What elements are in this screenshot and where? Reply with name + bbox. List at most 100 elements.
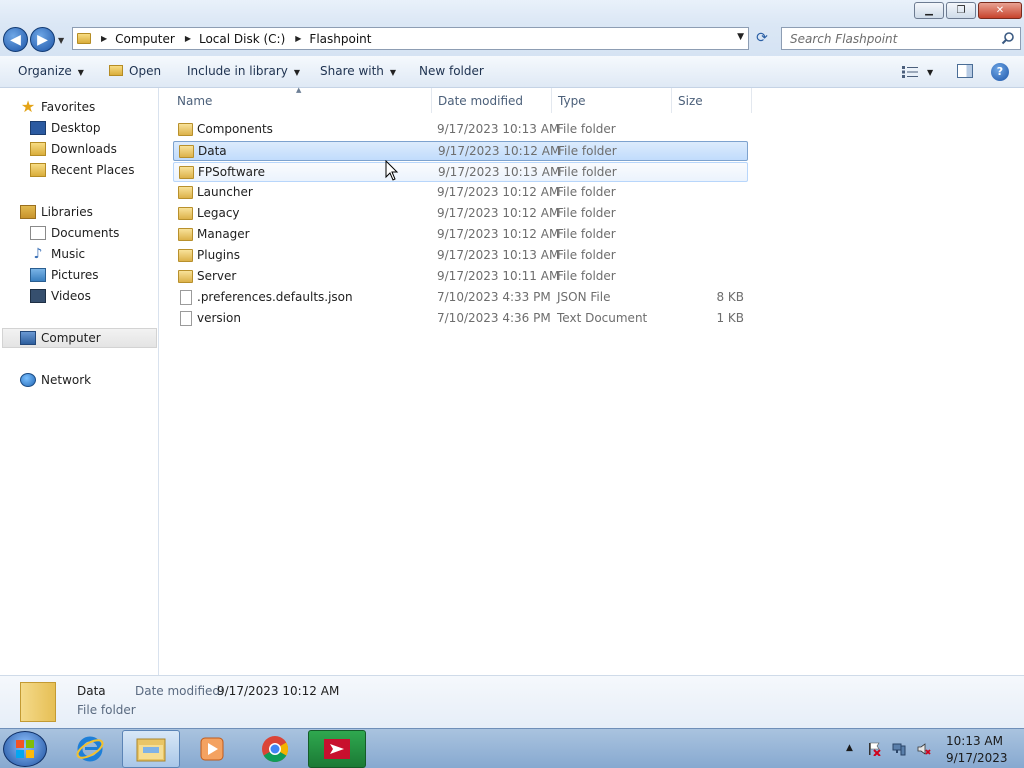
file-type: File folder <box>557 185 616 199</box>
nav-videos[interactable]: Videos <box>30 286 91 306</box>
file-row[interactable]: Manager 9/17/2023 10:12 AM File folder <box>173 225 748 245</box>
file-row[interactable]: Plugins 9/17/2023 10:13 AM File folder <box>173 246 748 266</box>
details-name: Data <box>77 684 106 698</box>
clock-time[interactable]: 10:13 AM <box>946 734 1003 748</box>
start-button[interactable] <box>3 731 47 767</box>
breadcrumb-local-disk[interactable]: Local Disk (C:) <box>199 32 285 46</box>
pictures-icon <box>30 268 46 282</box>
file-name: version <box>197 311 241 325</box>
column-label: Date modified <box>438 93 524 108</box>
nav-desktop[interactable]: Desktop <box>30 118 101 138</box>
column-header-date-modified[interactable]: Date modified <box>432 88 552 113</box>
file-row[interactable]: .preferences.defaults.json 7/10/2023 4:3… <box>173 288 748 308</box>
nav-documents[interactable]: Documents <box>30 223 119 243</box>
nav-music[interactable]: ♪ Music <box>30 244 86 264</box>
mouse-cursor-icon <box>385 160 399 181</box>
recent-pages-dropdown[interactable]: ▼ <box>58 36 64 45</box>
help-icon[interactable]: ? <box>991 63 1009 81</box>
file-row-hovered[interactable]: FPSoftware 9/17/2023 10:13 AM File folde… <box>173 162 748 182</box>
maximize-button[interactable]: ❐ <box>946 2 976 19</box>
new-folder-button[interactable]: New folder <box>419 64 484 78</box>
taskbar-internet-explorer[interactable] <box>61 730 119 768</box>
address-dropdown-icon[interactable]: ▼ <box>737 32 744 42</box>
minimize-button[interactable]: ▁ <box>914 2 944 19</box>
back-button[interactable]: ◀ <box>3 27 28 52</box>
volume-muted-icon[interactable] <box>917 742 931 756</box>
breadcrumb-flashpoint[interactable]: Flashpoint <box>309 32 371 46</box>
navigation-pane: ★ Favorites Desktop Downloads Recent Plac… <box>0 88 159 675</box>
preview-pane-icon[interactable] <box>957 64 973 78</box>
column-label: Name <box>177 93 213 108</box>
folder-icon <box>178 186 193 199</box>
chevron-right-icon[interactable]: ▶ <box>295 34 301 43</box>
nav-favorites[interactable]: ★ Favorites <box>20 97 95 117</box>
organize-button[interactable]: Organize ▼ <box>18 64 84 78</box>
file-row[interactable]: Legacy 9/17/2023 10:12 AM File folder <box>173 204 748 224</box>
taskbar-flashpoint[interactable] <box>308 730 366 768</box>
file-type: File folder <box>558 144 617 158</box>
search-placeholder: Search Flashpoint <box>790 31 898 46</box>
file-type: File folder <box>557 122 616 136</box>
breadcrumb-computer[interactable]: Computer <box>115 32 175 46</box>
view-options-dropdown[interactable]: ▼ <box>927 68 933 77</box>
address-bar[interactable]: ▶ Computer ▶ Local Disk (C:) ▶ Flashpoin… <box>72 27 749 50</box>
column-header-name[interactable]: Name <box>171 88 432 113</box>
chevron-right-icon[interactable]: ▶ <box>101 34 107 43</box>
action-center-flag-icon[interactable] <box>867 742 881 756</box>
include-in-library-button[interactable]: Include in library ▼ <box>187 64 300 78</box>
documents-icon <box>30 226 46 240</box>
folder-icon <box>178 207 193 220</box>
search-input[interactable]: Search Flashpoint <box>781 27 1021 50</box>
taskbar: ▲ 10:13 AM 9/17/2023 <box>0 728 1024 768</box>
taskbar-windows-explorer[interactable] <box>122 730 180 768</box>
chevron-right-icon[interactable]: ▶ <box>185 34 191 43</box>
file-name: Launcher <box>197 185 253 199</box>
open-button[interactable]: Open <box>109 64 161 78</box>
taskbar-google-chrome[interactable] <box>246 730 304 768</box>
music-icon: ♪ <box>33 246 43 262</box>
network-status-icon[interactable] <box>892 742 906 756</box>
file-date: 9/17/2023 10:11 AM <box>437 269 560 283</box>
windows-logo-icon <box>16 740 34 758</box>
share-with-button[interactable]: Share with ▼ <box>320 64 396 78</box>
file-row[interactable]: Server 9/17/2023 10:11 AM File folder <box>173 267 748 287</box>
forward-button[interactable]: ▶ <box>30 27 55 52</box>
nav-downloads[interactable]: Downloads <box>30 139 117 159</box>
videos-icon <box>30 289 46 303</box>
folder-icon <box>178 270 193 283</box>
column-label: Type <box>558 93 586 108</box>
folder-icon <box>77 33 91 44</box>
close-button[interactable]: ✕ <box>978 2 1022 19</box>
chevron-down-icon: ▼ <box>77 68 84 77</box>
file-name: .preferences.defaults.json <box>197 290 353 304</box>
file-type: File folder <box>557 269 616 283</box>
file-date: 9/17/2023 10:12 AM <box>437 185 560 199</box>
nav-label: Recent Places <box>51 163 135 177</box>
nav-pictures[interactable]: Pictures <box>30 265 99 285</box>
file-row[interactable]: version 7/10/2023 4:36 PM Text Document … <box>173 309 748 329</box>
refresh-icon[interactable]: ⟳ <box>752 30 772 50</box>
nav-recent-places[interactable]: Recent Places <box>30 160 134 180</box>
file-type: File folder <box>557 206 616 220</box>
show-hidden-icons-arrow[interactable]: ▲ <box>846 743 853 753</box>
taskbar-media-player[interactable] <box>183 730 241 768</box>
file-row[interactable]: Components 9/17/2023 10:13 AM File folde… <box>173 120 748 140</box>
file-type: Text Document <box>557 311 648 325</box>
file-date: 7/10/2023 4:33 PM <box>437 290 551 304</box>
column-header-type[interactable]: Type <box>552 88 672 113</box>
nav-label: Libraries <box>41 205 93 219</box>
file-name: Data <box>198 144 227 158</box>
nav-computer[interactable]: Computer <box>2 328 157 348</box>
folder-icon <box>178 228 193 241</box>
folder-icon <box>178 249 193 262</box>
file-row-selected[interactable]: Data 9/17/2023 10:12 AM File folder <box>173 141 748 161</box>
search-icon[interactable] <box>1001 31 1015 45</box>
nav-network[interactable]: Network <box>20 370 91 390</box>
clock-date[interactable]: 9/17/2023 <box>946 751 1008 765</box>
nav-libraries[interactable]: Libraries <box>20 202 93 222</box>
column-header-size[interactable]: Size <box>672 88 752 113</box>
change-view-icon[interactable] <box>902 66 918 78</box>
file-row[interactable]: Launcher 9/17/2023 10:12 AM File folder <box>173 183 748 203</box>
nav-label: Pictures <box>51 268 99 282</box>
media-player-icon <box>200 737 224 761</box>
